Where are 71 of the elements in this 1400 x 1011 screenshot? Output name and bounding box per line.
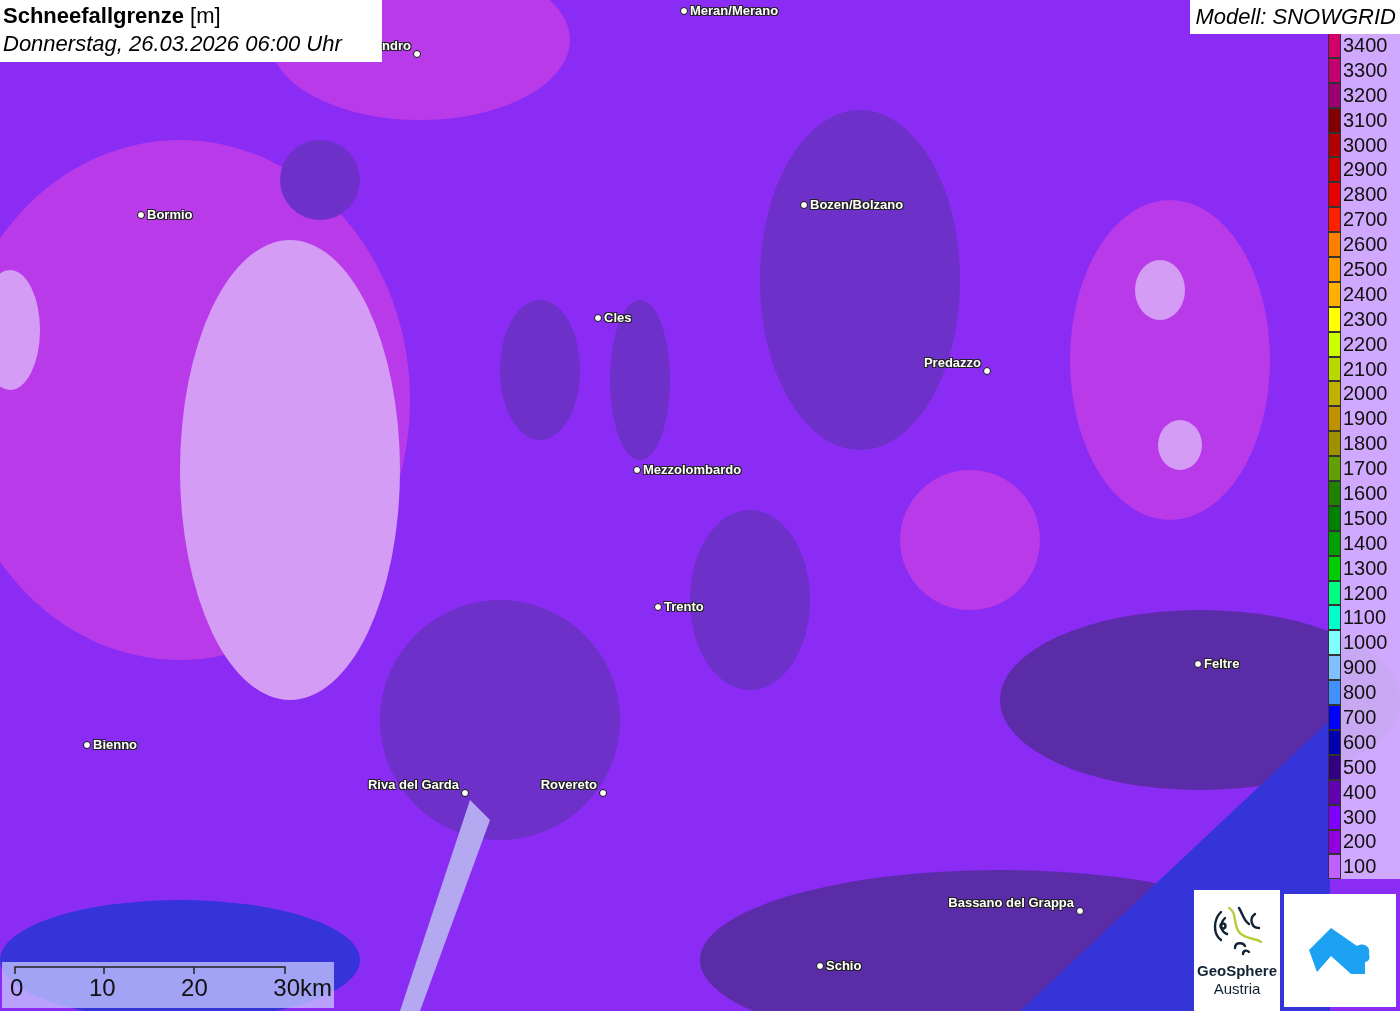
city-marker bbox=[599, 789, 607, 797]
city-marker bbox=[983, 367, 991, 375]
city-label: Riva del Garda bbox=[367, 777, 459, 793]
model-label: Modell: SNOWGRID bbox=[1189, 0, 1400, 34]
legend-value: 300 bbox=[1342, 805, 1377, 829]
legend-value: 2100 bbox=[1342, 357, 1388, 381]
city-label: Rovereto bbox=[540, 777, 597, 793]
city-marker bbox=[594, 314, 602, 322]
scale-label: 30km bbox=[273, 974, 332, 1002]
city-marker bbox=[83, 741, 91, 749]
city-label: Feltre bbox=[1204, 656, 1240, 672]
city-marker bbox=[137, 211, 145, 219]
city-label: Predazzo bbox=[923, 355, 981, 371]
legend-value: 700 bbox=[1342, 706, 1377, 729]
scale-label: 0 bbox=[10, 974, 24, 1002]
legend-value: 1600 bbox=[1342, 481, 1388, 505]
legend-value: 2200 bbox=[1342, 332, 1388, 356]
legend-value: 1400 bbox=[1342, 531, 1388, 555]
legend-value: 1900 bbox=[1342, 407, 1388, 431]
legend-value: 1200 bbox=[1342, 581, 1388, 605]
legend-value: 2700 bbox=[1342, 208, 1388, 232]
city-marker bbox=[800, 201, 808, 209]
forecast-date: Donnerstag, 26.03.2026 06:00 Uhr bbox=[3, 30, 344, 58]
legend-value: 1500 bbox=[1342, 506, 1388, 530]
legend-value: 400 bbox=[1342, 780, 1377, 804]
city-label: Bienno bbox=[93, 737, 138, 753]
city-label: Bormio bbox=[147, 207, 193, 223]
legend-value: 100 bbox=[1342, 855, 1377, 879]
city-marker bbox=[413, 50, 421, 58]
legend-value: 3000 bbox=[1342, 133, 1388, 157]
legend-value: 2300 bbox=[1342, 307, 1388, 331]
legend-value: 2600 bbox=[1342, 233, 1388, 257]
legend-value: 1100 bbox=[1342, 606, 1386, 630]
city-label: Trento bbox=[664, 599, 704, 615]
legend-value: 3400 bbox=[1342, 33, 1388, 57]
legend-value: 2400 bbox=[1342, 282, 1388, 306]
map-title: Schneefallgrenze [m] bbox=[3, 2, 222, 30]
city-label: Mezzolombardo bbox=[643, 462, 742, 478]
city-marker bbox=[816, 962, 824, 970]
legend-value: 1700 bbox=[1342, 457, 1388, 481]
legend-value: 2800 bbox=[1342, 183, 1388, 207]
city-label: Schio bbox=[826, 958, 862, 974]
city-label: Cles bbox=[604, 310, 632, 326]
legend-value: 3100 bbox=[1342, 108, 1388, 132]
city-label: ndro bbox=[382, 38, 411, 54]
legend-value: 500 bbox=[1342, 755, 1377, 779]
logo-name: GeoSphere bbox=[1197, 962, 1277, 980]
legend-value: 600 bbox=[1342, 730, 1377, 754]
scale-label: 10 bbox=[88, 974, 116, 1002]
legend-value: 2500 bbox=[1342, 257, 1388, 281]
city-marker bbox=[1076, 907, 1084, 915]
city-label: Bassano del Grappa bbox=[948, 895, 1074, 911]
city-marker bbox=[1194, 660, 1202, 668]
legend-value: 3300 bbox=[1342, 58, 1388, 82]
city-marker bbox=[680, 7, 688, 15]
scale-label: 20 bbox=[181, 974, 208, 1002]
legend-value: 900 bbox=[1342, 656, 1377, 680]
city-label: Meran/Merano bbox=[690, 3, 779, 19]
city-marker bbox=[654, 603, 662, 611]
legend-value: 1800 bbox=[1342, 432, 1388, 456]
legend-value: 800 bbox=[1342, 681, 1377, 705]
legend-value: 1000 bbox=[1342, 631, 1388, 655]
legend-value: 2000 bbox=[1342, 382, 1388, 406]
city-label: Bozen/Bolzano bbox=[810, 197, 904, 213]
city-marker bbox=[633, 466, 641, 474]
legend-value: 1300 bbox=[1342, 556, 1388, 580]
legend-value: 2900 bbox=[1342, 158, 1388, 182]
legend-value: 200 bbox=[1342, 830, 1377, 854]
logo-subtitle: Austria bbox=[1213, 980, 1261, 998]
legend-value: 3200 bbox=[1342, 83, 1388, 107]
city-marker bbox=[461, 789, 469, 797]
